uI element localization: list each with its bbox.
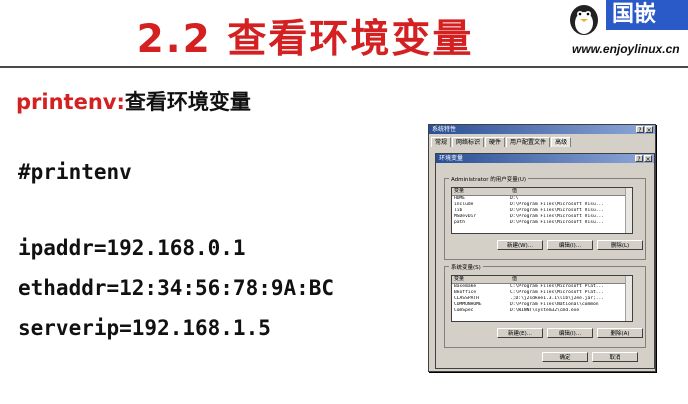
tab-hardware[interactable]: 硬件 bbox=[485, 137, 506, 147]
penguin-icon bbox=[570, 5, 598, 35]
system-vars-list[interactable]: 变量值 Basemake C:\Program Files\Microsoft P… bbox=[451, 275, 633, 322]
user-vars-group: Administrator 的用户变量(U) 变量值 HOME D:\ inclu… bbox=[444, 175, 646, 260]
delete-system-var-button[interactable]: 删除(A) bbox=[597, 328, 643, 338]
var-name: path bbox=[454, 220, 466, 225]
system-vars-label: 系统变量(S) bbox=[449, 263, 483, 271]
list-item[interactable]: ComSpec D:\WINNT\system32\cmd.exe bbox=[452, 308, 632, 314]
edit-user-var-button[interactable]: 编辑(I)... bbox=[547, 240, 593, 250]
user-vars-scrollbar[interactable] bbox=[625, 188, 632, 233]
col-value[interactable]: 值 bbox=[510, 188, 632, 195]
col-variable[interactable]: 变量 bbox=[452, 276, 510, 283]
heading-command: printenv: bbox=[16, 90, 125, 114]
tab-network-id[interactable]: 网络标识 bbox=[452, 137, 485, 147]
help-button[interactable]: ? bbox=[636, 126, 644, 134]
env-dialog-titlebar: 环境变量 ? × bbox=[436, 154, 654, 163]
system-properties-dialog: 系统特性 ? × 常规 网络标识 硬件 用户配置文件 高级 环境变量 ? × A… bbox=[428, 124, 656, 372]
dialog-buttons: 确定 取消 bbox=[542, 352, 638, 362]
env-ethaddr: ethaddr=12:34:56:78:9A:BC bbox=[18, 276, 335, 300]
brand-logo: 国嵌 www.enjoylinux.cn bbox=[560, 0, 688, 62]
close-button[interactable]: × bbox=[645, 126, 653, 134]
dialog-tabs: 常规 网络标识 硬件 用户配置文件 高级 bbox=[429, 134, 655, 147]
edit-system-var-button[interactable]: 编辑(I)... bbox=[547, 328, 593, 338]
env-serverip: serverip=192.168.1.5 bbox=[18, 316, 271, 340]
slide-title: 2.2 查看环境变量 bbox=[136, 17, 474, 62]
dialog-titlebar: 系统特性 ? × bbox=[429, 125, 655, 134]
env-vars-dialog: 环境变量 ? × Administrator 的用户变量(U) 变量值 HOME… bbox=[435, 153, 655, 369]
heading-description: 查看环境变量 bbox=[124, 90, 251, 114]
dialog-title: 系统特性 bbox=[432, 126, 457, 133]
brand-url: www.enjoylinux.cn bbox=[572, 42, 680, 56]
tab-user-profiles[interactable]: 用户配置文件 bbox=[506, 137, 551, 147]
cancel-button[interactable]: 取消 bbox=[592, 352, 638, 362]
system-vars-buttons: 新建(E)... 编辑(I)... 删除(A) bbox=[497, 328, 643, 338]
var-value: D:\Program Files\Microsoft Visu... bbox=[510, 220, 605, 225]
col-variable[interactable]: 变量 bbox=[452, 188, 510, 195]
env-close-button[interactable]: × bbox=[644, 155, 652, 163]
section-heading: printenv:查看环境变量 bbox=[16, 86, 251, 116]
user-vars-list[interactable]: 变量值 HOME D:\ include D:\Program Files\Micr… bbox=[451, 187, 633, 234]
tab-general[interactable]: 常规 bbox=[431, 137, 452, 147]
env-help-button[interactable]: ? bbox=[635, 155, 643, 163]
tab-advanced[interactable]: 高级 bbox=[551, 137, 572, 147]
var-value: D:\WINNT\system32\cmd.exe bbox=[510, 308, 580, 313]
user-vars-buttons: 新建(W)... 编辑(I)... 删除(L) bbox=[497, 240, 643, 250]
command-line: #printenv bbox=[18, 160, 132, 184]
new-user-var-button[interactable]: 新建(W)... bbox=[497, 240, 543, 250]
env-dialog-title: 环境变量 bbox=[439, 155, 464, 162]
var-name: ComSpec bbox=[454, 308, 474, 313]
brand-text: 国嵌 bbox=[606, 0, 688, 30]
new-system-var-button[interactable]: 新建(E)... bbox=[497, 328, 543, 338]
col-value[interactable]: 值 bbox=[510, 276, 632, 283]
system-vars-scrollbar[interactable] bbox=[625, 276, 632, 321]
delete-user-var-button[interactable]: 删除(L) bbox=[597, 240, 643, 250]
title-divider bbox=[0, 66, 688, 68]
env-ipaddr: ipaddr=192.168.0.1 bbox=[18, 236, 246, 260]
list-item[interactable]: path D:\Program Files\Microsoft Visu... bbox=[452, 220, 632, 226]
system-vars-group: 系统变量(S) 变量值 Basemake C:\Program Files\Mic… bbox=[444, 263, 646, 348]
user-vars-label: Administrator 的用户变量(U) bbox=[449, 175, 529, 183]
ok-button[interactable]: 确定 bbox=[542, 352, 588, 362]
